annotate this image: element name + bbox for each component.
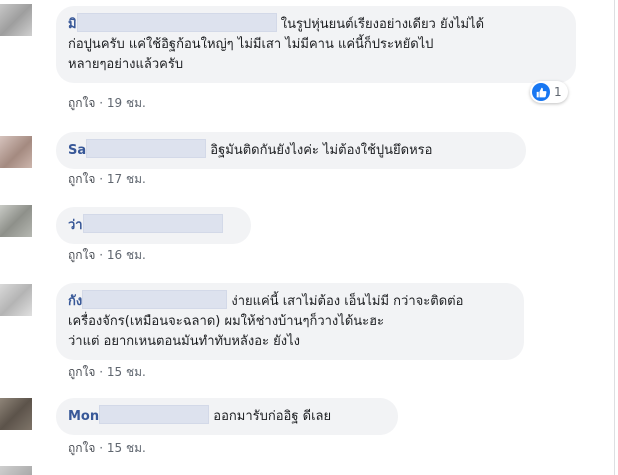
timestamp[interactable]: 15 ชม. bbox=[107, 441, 146, 455]
redacted-name bbox=[82, 214, 223, 233]
comment-text: ออกมารับก่ออิฐ ดีเลย bbox=[213, 409, 332, 424]
comment-bubble: ว่า bbox=[56, 207, 251, 244]
avatar[interactable] bbox=[0, 4, 32, 36]
comment-meta: ถูกใจ · 15 ชม. bbox=[68, 364, 146, 380]
comment-meta: ถูกใจ · 19 ชม. bbox=[68, 95, 146, 111]
avatar[interactable] bbox=[0, 398, 32, 430]
like-link[interactable]: ถูกใจ bbox=[68, 172, 95, 186]
like-link[interactable]: ถูกใจ bbox=[68, 248, 95, 262]
like-link[interactable]: ถูกใจ bbox=[68, 441, 95, 455]
commenter-name[interactable]: Mon bbox=[68, 409, 99, 424]
timestamp[interactable]: 15 ชม. bbox=[107, 365, 146, 379]
redacted-name bbox=[99, 405, 210, 424]
separator: · bbox=[99, 248, 104, 262]
comment-thread: มิ ในรูปหุ่นยนต์เรียงอย่างเดียว ยังไม่ได… bbox=[0, 0, 618, 475]
reaction-count: 1 bbox=[554, 85, 562, 99]
comment-bubble: มิ ในรูปหุ่นยนต์เรียงอย่างเดียว ยังไม่ได… bbox=[56, 6, 576, 83]
separator: · bbox=[99, 441, 104, 455]
comment-bubble: Sa อิฐมันติดกันยังไงค่ะ ไม่ต้องใช้ปูนยึด… bbox=[56, 132, 526, 169]
comment-meta: ถูกใจ · 17 ชม. bbox=[68, 171, 146, 187]
timestamp[interactable]: 17 ชม. bbox=[107, 172, 146, 186]
separator: · bbox=[99, 96, 104, 110]
commenter-name[interactable]: มิ bbox=[68, 17, 77, 32]
like-link[interactable]: ถูกใจ bbox=[68, 365, 95, 379]
redacted-name bbox=[82, 290, 228, 309]
timestamp[interactable]: 19 ชม. bbox=[107, 96, 146, 110]
comment-bubble: Mon ออกมารับก่ออิฐ ดีเลย bbox=[56, 398, 398, 435]
avatar[interactable] bbox=[0, 284, 32, 316]
thread-divider bbox=[614, 0, 615, 475]
redacted-name bbox=[76, 13, 277, 32]
comment-meta: ถูกใจ · 15 ชม. bbox=[68, 440, 146, 456]
separator: · bbox=[99, 172, 104, 186]
like-thumb-icon bbox=[532, 83, 550, 101]
comment-bubble: กัง ง่ายแค่นี้ เสาไม่ต้อง เอ็นไม่มี กว่า… bbox=[56, 283, 524, 360]
commenter-name[interactable]: Sa bbox=[68, 143, 86, 158]
separator: · bbox=[99, 365, 104, 379]
comment-meta: ถูกใจ · 16 ชม. bbox=[68, 247, 146, 263]
comment-text: อิฐมันติดกันยังไงค่ะ ไม่ต้องใช้ปูนยึดหรอ bbox=[210, 143, 433, 158]
timestamp[interactable]: 16 ชม. bbox=[107, 248, 146, 262]
commenter-name[interactable]: ว่า bbox=[68, 218, 83, 233]
avatar[interactable] bbox=[0, 136, 32, 168]
redacted-name bbox=[86, 139, 207, 158]
commenter-name[interactable]: กัง bbox=[68, 294, 82, 309]
like-link[interactable]: ถูกใจ bbox=[68, 96, 95, 110]
avatar[interactable] bbox=[0, 205, 32, 237]
reaction-summary[interactable]: 1 bbox=[530, 81, 568, 103]
avatar[interactable] bbox=[0, 466, 32, 475]
